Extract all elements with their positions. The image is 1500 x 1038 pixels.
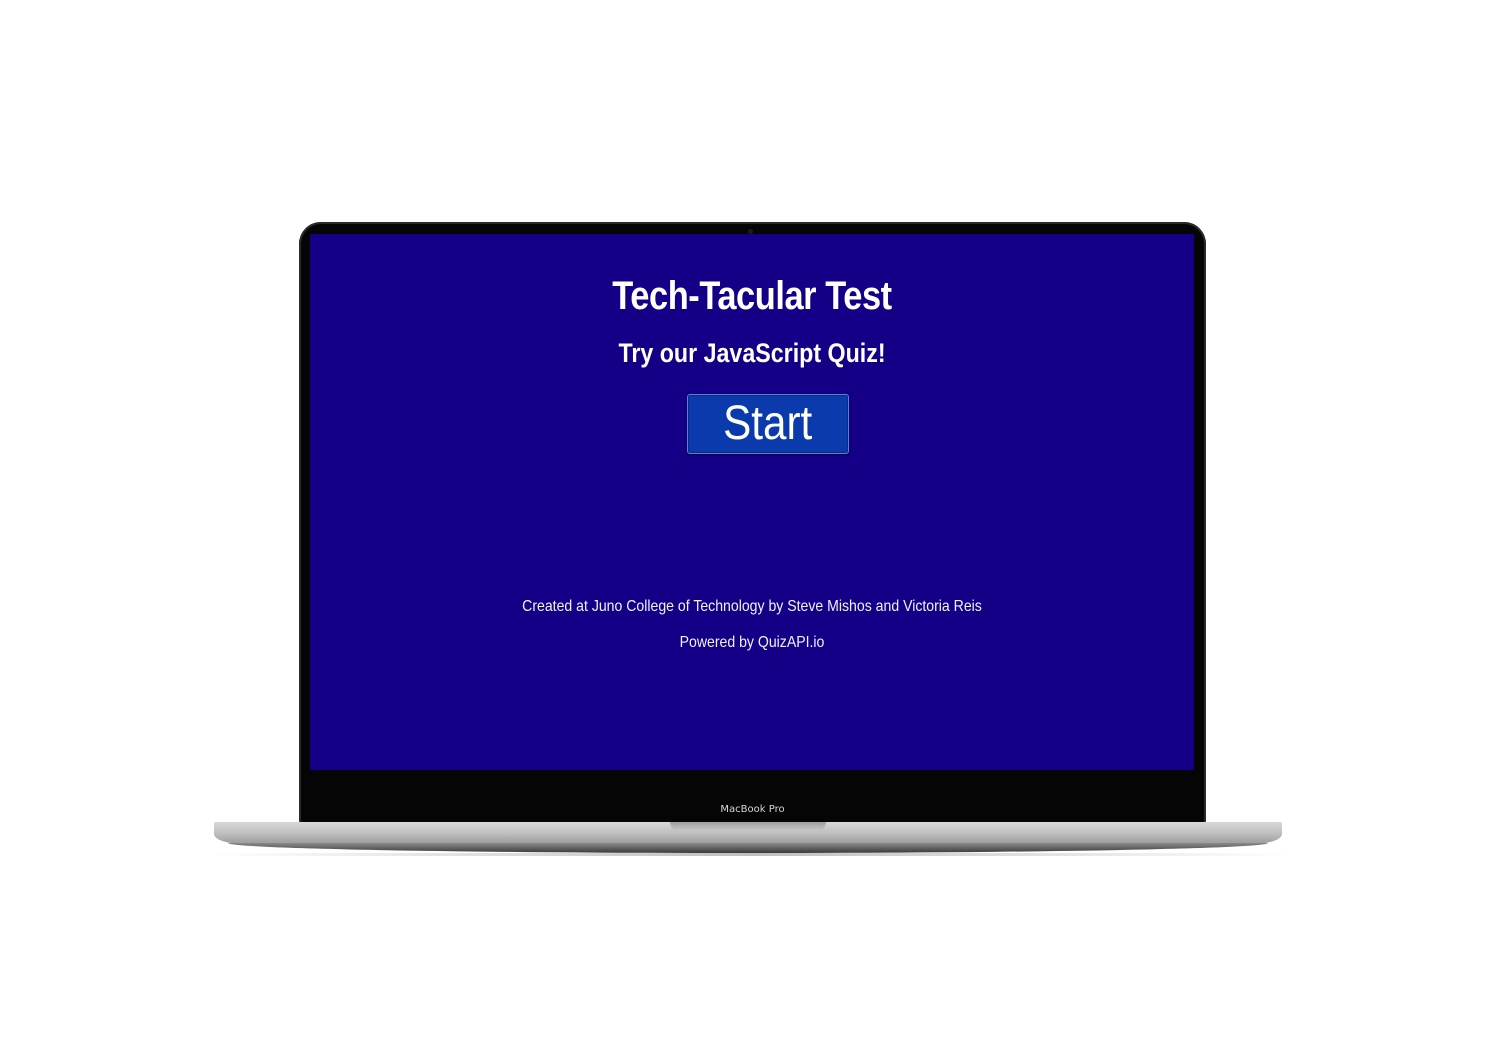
page-title: Tech-Tacular Test: [612, 274, 892, 318]
footer-credit: Created at Juno College of Technology by…: [522, 598, 982, 615]
laptop-base-foot: [228, 843, 1268, 853]
start-button[interactable]: Start: [687, 394, 849, 454]
start-button-label: Start: [723, 397, 813, 450]
device-model-label: MacBook Pro: [720, 804, 785, 815]
laptop-lid: Tech-Tacular Test Try our JavaScript Qui…: [299, 222, 1206, 826]
laptop-base-notch: [670, 822, 826, 831]
laptop-base: [214, 822, 1282, 844]
laptop-screen: Tech-Tacular Test Try our JavaScript Qui…: [310, 234, 1194, 770]
page-subtitle: Try our JavaScript Quiz!: [618, 338, 886, 368]
laptop-shadow: [208, 853, 1292, 856]
footer-powered-by: Powered by QuizAPI.io: [679, 634, 825, 651]
